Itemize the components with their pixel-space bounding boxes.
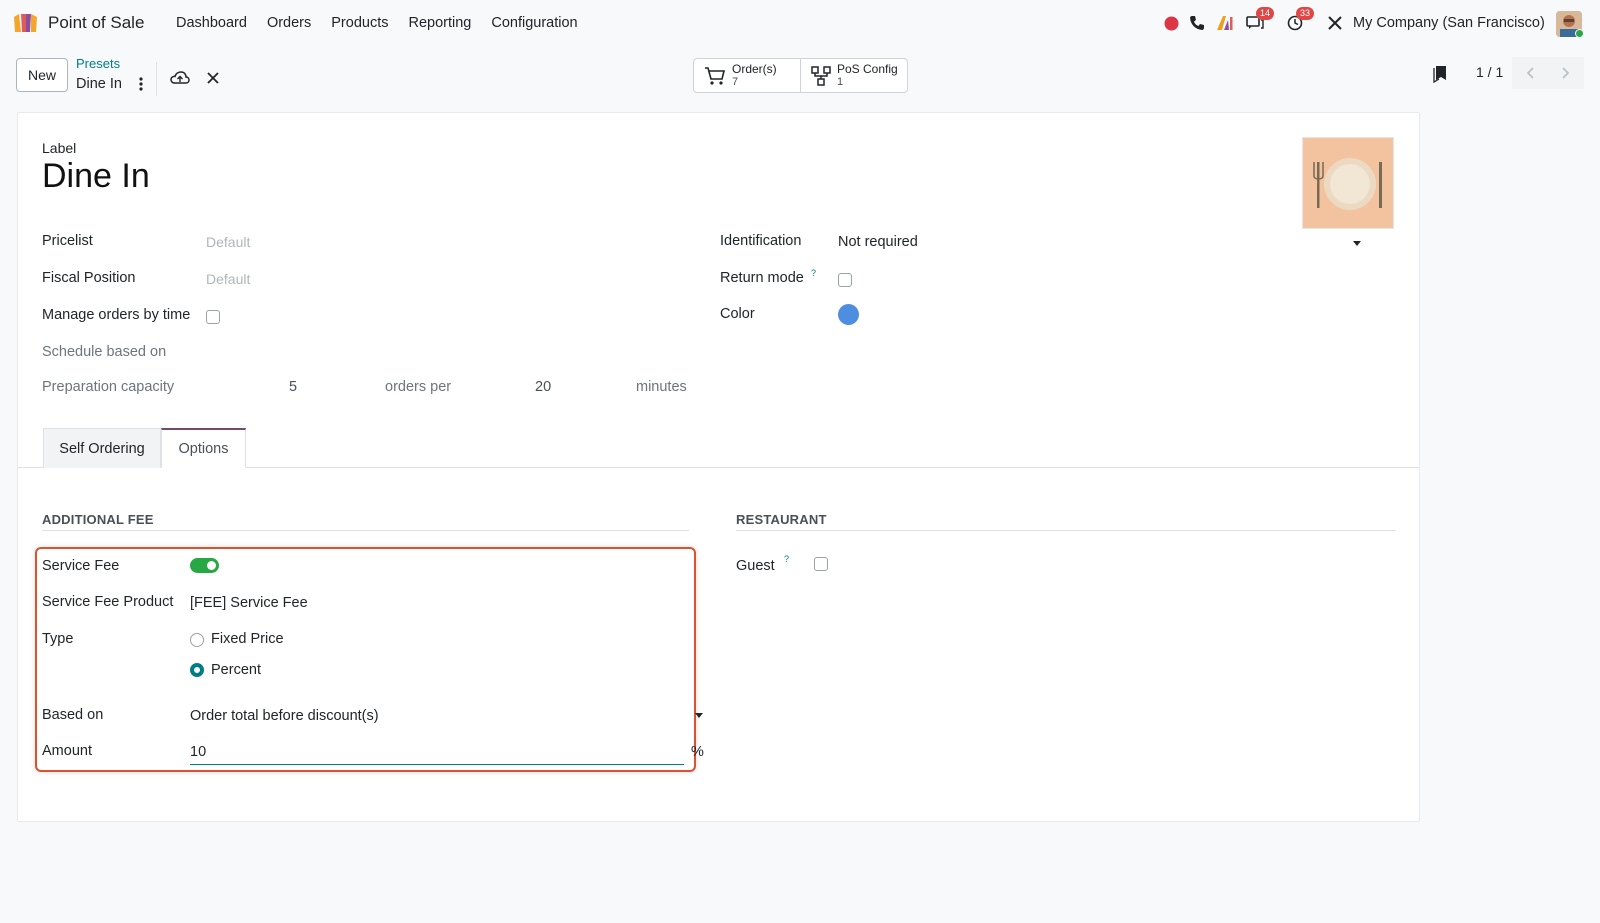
menu-dashboard[interactable]: Dashboard [166, 15, 257, 31]
pricelist-input[interactable]: Default [206, 234, 250, 250]
return-mode-checkbox[interactable] [838, 273, 852, 287]
restaurant-heading: RESTAURANT [736, 512, 827, 527]
config-icon [811, 65, 831, 86]
restaurant-rule [736, 530, 1396, 531]
fixed-price-label[interactable]: Fixed Price [211, 631, 284, 647]
identification-caret-icon[interactable] [1353, 241, 1361, 246]
service-fee-toggle[interactable] [190, 558, 219, 573]
fiscal-position-label: Fiscal Position [42, 270, 136, 286]
color-label: Color [720, 306, 755, 322]
messages-icon[interactable]: 14 [1246, 7, 1275, 32]
pager-previous-button[interactable] [1512, 57, 1548, 89]
color-picker[interactable] [838, 304, 859, 325]
schedule-based-on-label: Schedule based on [42, 344, 167, 360]
orders-smart-count: 7 [732, 76, 739, 88]
preset-image[interactable] [1302, 137, 1394, 229]
pager-value[interactable]: 1 / 1 [1476, 64, 1503, 80]
orders-smart-label: Order(s) [732, 62, 777, 76]
additional-fee-heading: ADDITIONAL FEE [42, 512, 154, 527]
pos-config-smart-label: PoS Config [837, 62, 898, 76]
amount-unit: % [691, 744, 704, 760]
form-sheet: Label Dine In Pricelist Default Fiscal P… [17, 112, 1420, 822]
menu-reporting[interactable]: Reporting [399, 15, 482, 31]
preparation-capacity-label: Preparation capacity [42, 379, 175, 395]
percent-label[interactable]: Percent [211, 662, 261, 678]
pos-config-smart-count: 1 [837, 76, 844, 88]
fiscal-position-input[interactable]: Default [206, 271, 250, 287]
based-on-caret-icon[interactable] [695, 713, 703, 718]
manage-orders-by-time-label: Manage orders by time [42, 307, 191, 323]
label-caption: Label [42, 140, 77, 156]
bookmark-icon[interactable] [1430, 64, 1450, 84]
gear-actions-icon[interactable] [131, 74, 151, 94]
minutes-label: minutes [636, 379, 687, 395]
phone-icon[interactable] [1188, 14, 1206, 32]
save-cloud-icon[interactable] [170, 68, 190, 88]
preset-title[interactable]: Dine In [42, 157, 150, 196]
amount-label: Amount [42, 743, 92, 759]
percent-radio[interactable] [190, 663, 204, 677]
service-fee-highlight [35, 547, 696, 772]
pager-next-button[interactable] [1548, 57, 1584, 89]
return-mode-help-icon[interactable]: ? [811, 268, 816, 278]
pricelist-label: Pricelist [42, 233, 93, 249]
service-fee-label: Service Fee [42, 558, 120, 574]
orders-per-label: orders per [385, 379, 452, 395]
preparation-minutes-value[interactable]: 20 [535, 379, 551, 395]
menu-configuration[interactable]: Configuration [481, 15, 587, 31]
menu-products[interactable]: Products [321, 15, 398, 31]
breadcrumb-current: Dine In [76, 76, 122, 92]
messages-badge: 14 [1256, 7, 1275, 20]
preparation-orders-value[interactable]: 5 [289, 379, 297, 395]
guest-checkbox[interactable] [814, 557, 828, 571]
manage-orders-by-time-checkbox[interactable] [206, 310, 220, 324]
menu-orders[interactable]: Orders [257, 15, 321, 31]
return-mode-label: Return mode [720, 270, 804, 286]
service-fee-product-field[interactable]: [FEE] Service Fee [190, 595, 308, 611]
additional-fee-rule [42, 530, 689, 531]
identification-label: Identification [720, 233, 802, 249]
activities-badge: 33 [1296, 7, 1315, 20]
chevron-left-icon [1526, 67, 1534, 79]
app-name[interactable]: Point of Sale [48, 13, 144, 33]
identification-select[interactable]: Not required [838, 234, 918, 250]
based-on-select[interactable]: Order total before discount(s) [190, 708, 379, 724]
cart-icon [705, 66, 726, 85]
guest-label: Guest [736, 558, 775, 574]
discard-close-icon[interactable] [203, 68, 223, 88]
recording-icon[interactable] [1162, 14, 1180, 32]
pos-app-icon[interactable] [12, 11, 40, 35]
company-switcher[interactable]: My Company (San Francisco) [1353, 15, 1545, 31]
tab-options[interactable]: Options [161, 428, 246, 468]
clock-icon[interactable]: 33 [1286, 7, 1315, 32]
type-label: Type [42, 631, 74, 647]
guest-help-icon[interactable]: ? [784, 554, 789, 564]
service-fee-product-label: Service Fee Product [42, 594, 174, 610]
new-button[interactable]: New [16, 58, 68, 92]
online-status-dot [1575, 29, 1584, 38]
control-separator [156, 62, 157, 96]
top-navbar: Point of Sale Dashboard Orders Products … [0, 0, 1600, 46]
tab-self-ordering[interactable]: Self Ordering [43, 428, 161, 468]
based-on-label: Based on [42, 707, 104, 723]
tools-icon[interactable] [1326, 14, 1344, 32]
chevron-right-icon [1562, 67, 1570, 79]
breadcrumb-presets[interactable]: Presets [76, 56, 120, 71]
smart-buttons: Order(s) 7 PoS Config 1 [693, 58, 908, 93]
ai-icon[interactable] [1216, 14, 1234, 32]
pos-config-smart-button[interactable]: PoS Config 1 [800, 59, 907, 92]
orders-smart-button[interactable]: Order(s) 7 [694, 59, 800, 92]
main-menu: Dashboard Orders Products Reporting Conf… [166, 15, 588, 31]
fixed-price-radio[interactable] [190, 633, 204, 647]
amount-input[interactable]: 10 [190, 744, 684, 765]
